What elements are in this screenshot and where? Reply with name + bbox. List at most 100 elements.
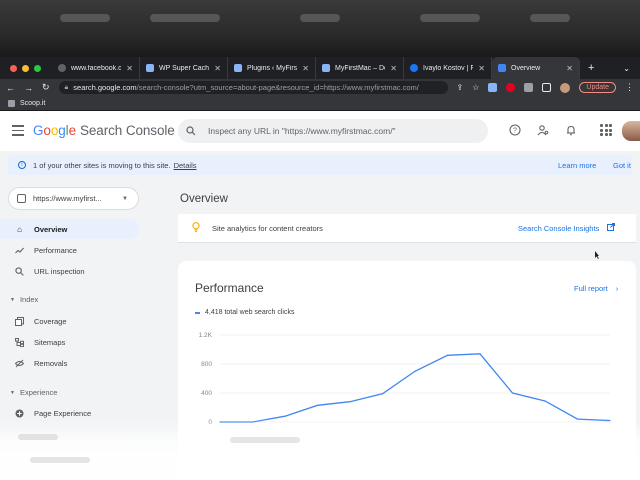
property-icon: [17, 194, 26, 203]
tab-search-chevron-icon[interactable]: ⌄: [623, 64, 640, 73]
pinterest-icon[interactable]: [506, 83, 516, 92]
sidebar-item-label: Coverage: [34, 316, 67, 326]
page-title: Overview: [180, 193, 228, 205]
performance-title: Performance: [195, 281, 264, 295]
data-point[interactable]: [316, 404, 319, 406]
y-tick-label: 1.2K: [199, 332, 213, 339]
search-icon: [15, 266, 24, 276]
sidebar-item-url-inspection[interactable]: URL inspection: [0, 261, 139, 281]
browser-tab-bar: www.facebook.com ✕ WP Super Cache ✕ Plug…: [0, 57, 640, 79]
browser-tab-active[interactable]: Overview ✕: [492, 57, 580, 79]
url-inspection-search[interactable]: Inspect any URL in "https://www.myfirstm…: [178, 119, 488, 143]
home-icon: ⌂: [17, 224, 22, 234]
minimize-window-button[interactable]: [22, 64, 29, 72]
sidebar-item-label: Page Experience: [34, 408, 92, 418]
section-label: Index: [19, 295, 39, 304]
browser-tab[interactable]: MyFirstMac – Dow ✕: [316, 57, 404, 79]
sidebar-item-label: Removals: [34, 358, 68, 368]
banner-details-link[interactable]: Details: [174, 161, 197, 170]
insights-card: Site analytics for content creators Sear…: [178, 214, 636, 243]
help-icon[interactable]: ?: [508, 123, 522, 137]
window-controls: [0, 64, 52, 72]
more-menu-icon[interactable]: ⋮: [625, 82, 634, 93]
full-report-link[interactable]: Full report ›: [574, 284, 618, 293]
shield-icon: [322, 64, 330, 72]
sidebar-item-coverage[interactable]: Coverage: [0, 311, 139, 331]
section-label: Experience: [19, 388, 58, 397]
profile-avatar[interactable]: [560, 82, 571, 93]
browser-tab[interactable]: Plugins ‹ MyFirstM ✕: [228, 57, 316, 79]
browser-tab[interactable]: WP Super Cache ✕: [140, 57, 228, 79]
copy-pages-icon: [15, 316, 24, 326]
data-point[interactable]: [511, 392, 514, 394]
google-apps-icon[interactable]: [600, 124, 612, 136]
data-point[interactable]: [381, 393, 384, 395]
insights-description: Site analytics for content creators: [212, 223, 323, 233]
sidebar-item-label: URL inspection: [34, 266, 85, 276]
facebook-icon: [410, 64, 418, 72]
search-console-insights-link[interactable]: Search Console Insights: [518, 223, 616, 233]
address-bar[interactable]: 🔒︎ search.google.com/search-console?utm_…: [58, 81, 448, 94]
tab-label: Overview: [511, 64, 541, 72]
sidebar-item-removals[interactable]: Removals: [0, 353, 139, 373]
sidebar-section-index[interactable]: ▼ Index: [10, 295, 38, 304]
extension-icon[interactable]: [488, 83, 498, 92]
data-point[interactable]: [479, 353, 481, 355]
menu-icon[interactable]: [12, 125, 24, 139]
data-point[interactable]: [414, 370, 416, 372]
data-point[interactable]: [284, 415, 286, 417]
product-logo[interactable]: Google Search Console: [33, 123, 175, 138]
sidebar-item-overview[interactable]: ⌂ Overview: [0, 219, 139, 239]
extensions-puzzle-icon[interactable]: [524, 83, 534, 92]
bookmarks-bar: Scoop.it: [0, 96, 640, 111]
tab-label: WP Super Cache: [159, 64, 210, 72]
data-point[interactable]: [349, 401, 351, 403]
close-window-button[interactable]: [10, 64, 17, 72]
notifications-bell-icon[interactable]: [564, 123, 578, 137]
tab-label: www.facebook.com: [71, 64, 122, 72]
tab-label: MyFirstMac – Dow: [335, 64, 385, 72]
reload-icon[interactable]: ↻: [42, 82, 50, 93]
chart-legend[interactable]: 4,418 total web search clicks: [195, 309, 295, 316]
close-tab-icon[interactable]: ✕: [478, 64, 485, 73]
maximize-window-button[interactable]: [34, 64, 41, 72]
new-tab-button[interactable]: +: [580, 62, 594, 74]
sidebar-item-performance[interactable]: Performance: [0, 240, 139, 260]
open-in-new-icon: [607, 223, 616, 233]
search-placeholder: Inspect any URL in "https://www.myfirstm…: [208, 126, 396, 136]
dropdown-arrow-icon: ▼: [122, 195, 128, 202]
close-tab-icon[interactable]: ✕: [566, 64, 573, 73]
collapse-caret-icon: ▼: [10, 389, 15, 396]
sidebar-item-sitemaps[interactable]: Sitemaps: [0, 332, 139, 352]
manage-users-icon[interactable]: [536, 123, 550, 137]
learn-more-link[interactable]: Learn more: [558, 161, 596, 170]
legend-label: 4,418 total web search clicks: [205, 309, 295, 316]
side-panel-icon[interactable]: [542, 83, 552, 92]
close-tab-icon[interactable]: ✕: [390, 64, 397, 73]
property-selector[interactable]: https://www.myfirst... ▼: [8, 187, 139, 210]
product-name: Search Console: [80, 123, 175, 138]
shield-icon: [234, 64, 242, 72]
browser-tab[interactable]: Ivaylo Kostov | Fac ✕: [404, 57, 492, 79]
full-report-label: Full report: [574, 284, 608, 293]
close-tab-icon[interactable]: ✕: [302, 64, 309, 73]
share-icon[interactable]: ⇪: [457, 83, 464, 92]
bookmark-star-icon[interactable]: ☆: [472, 83, 479, 92]
forward-arrow-icon[interactable]: →: [24, 83, 33, 93]
tab-label: Plugins ‹ MyFirstM: [247, 64, 298, 72]
bookmark-item[interactable]: Scoop.it: [20, 100, 45, 107]
update-button[interactable]: Update: [579, 82, 616, 93]
property-label: https://www.myfirst...: [33, 194, 102, 203]
close-tab-icon[interactable]: ✕: [126, 64, 133, 73]
trending-icon: [15, 246, 24, 255]
data-point[interactable]: [544, 400, 546, 402]
blurred-background: [0, 0, 640, 57]
data-point[interactable]: [446, 354, 449, 356]
sidebar-section-experience[interactable]: ▼ Experience: [10, 388, 57, 397]
account-avatar[interactable]: [622, 121, 640, 141]
back-arrow-icon[interactable]: ←: [6, 83, 15, 93]
browser-tab[interactable]: www.facebook.com ✕: [52, 57, 140, 79]
got-it-button[interactable]: Got it: [613, 161, 631, 170]
close-tab-icon[interactable]: ✕: [214, 64, 221, 73]
chevron-right-icon: ›: [615, 284, 619, 293]
